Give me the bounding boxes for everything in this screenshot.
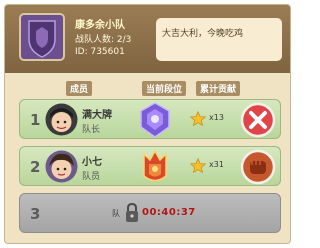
member-row[interactable]: 2 小七 队员 x31 xyxy=(19,146,281,186)
slot-rank: 3 xyxy=(30,205,41,223)
member-row[interactable]: 1 满大牌 队长 x13 xyxy=(19,99,281,139)
member-rank: 1 xyxy=(30,111,41,129)
avatar xyxy=(45,150,78,183)
member-role: 队长 xyxy=(82,125,101,135)
column-header-contribution: 累计贡献 xyxy=(196,81,241,96)
squad-header: 康多余小队 战队人数: 2/3 ID: 735601 大吉大利，今晚吃鸡 xyxy=(5,5,290,73)
avatar xyxy=(45,103,78,136)
rank-badge-icon xyxy=(140,102,170,138)
kick-member-button[interactable] xyxy=(240,102,276,138)
star-icon xyxy=(190,111,206,127)
team-name: 康多余小队 xyxy=(75,20,125,31)
unlock-countdown: 00:40:37 xyxy=(142,207,196,218)
fist-button[interactable] xyxy=(240,149,276,185)
member-contribution: x31 xyxy=(209,160,224,169)
locked-slot-label: 队 xyxy=(112,209,120,218)
member-name: 小七 xyxy=(82,157,102,168)
member-contribution: x13 xyxy=(209,113,224,122)
shield-emblem-icon xyxy=(19,13,65,61)
team-member-count: 战队人数: 2/3 xyxy=(75,35,132,45)
team-id: ID: 735601 xyxy=(75,47,125,57)
squad-panel: 康多余小队 战队人数: 2/3 ID: 735601 大吉大利，今晚吃鸡 成员 … xyxy=(4,4,291,244)
column-header-member: 成员 xyxy=(66,81,93,96)
team-motto[interactable]: 大吉大利，今晚吃鸡 xyxy=(156,18,282,61)
rank-badge-icon xyxy=(143,149,167,182)
star-icon xyxy=(190,158,206,174)
locked-slot-row: 3 队 00:40:37 xyxy=(19,193,281,233)
member-role: 队员 xyxy=(82,172,101,182)
column-header-rank: 当前段位 xyxy=(142,81,187,96)
lock-icon xyxy=(126,202,138,222)
member-name: 满大牌 xyxy=(82,110,112,121)
member-rank: 2 xyxy=(30,158,41,176)
